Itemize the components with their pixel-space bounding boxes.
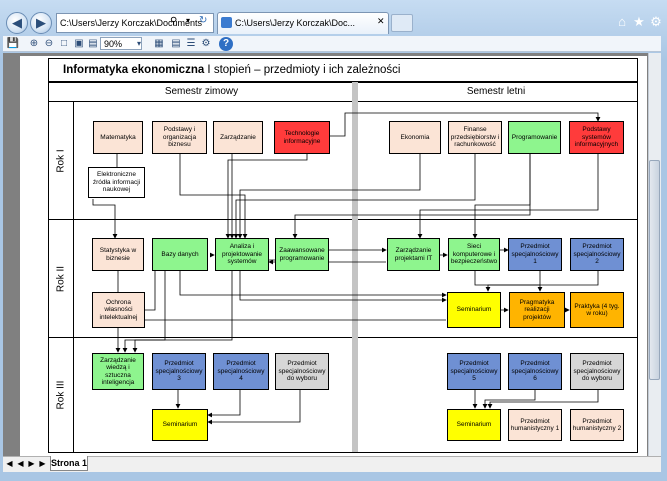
course-specjalnosciowy-1[interactable]: Przedmiot specjalnościowy 1 (508, 238, 562, 271)
course-praktyka[interactable]: Praktyka (4 tyg. w roku) (570, 292, 624, 328)
course-matematyka[interactable]: Matematyka (93, 121, 143, 154)
home-icon[interactable]: ⌂ (614, 14, 630, 30)
course-elektroniczne-zrodla[interactable]: Elektroniczne źródła informacji naukowej (88, 167, 145, 198)
properties-icon[interactable]: ⚙ (199, 37, 213, 51)
pages-panel-icon[interactable]: ▤ (169, 37, 183, 51)
page-icon[interactable]: □ (57, 37, 71, 51)
close-tab-icon[interactable]: ✕ (377, 16, 387, 28)
course-zaawansowane-programowanie[interactable]: Zaawansowane programowanie (275, 238, 329, 271)
course-podstawy-organizacja[interactable]: Podstawy i organizacja biznesu (152, 121, 207, 154)
course-humanistyczny-1[interactable]: Przedmiot humanistyczny 1 (508, 409, 562, 441)
course-podstawy-systemow[interactable]: Podstawy systemów informacyjnych (569, 121, 624, 154)
course-ochrona-wlasnosci[interactable]: Ochrona własności intelektualnej (92, 292, 145, 328)
back-button[interactable]: ◀ (6, 12, 28, 34)
help-icon[interactable]: ? (219, 37, 233, 51)
favorites-icon[interactable]: ★ (631, 14, 647, 30)
course-zarzadzanie[interactable]: Zarządzanie (213, 121, 263, 154)
course-seminarium-zima[interactable]: Seminarium (152, 409, 208, 441)
prev-page-icon[interactable]: ◀ (16, 459, 25, 469)
next-page-icon[interactable]: ▶ (27, 459, 36, 469)
status-bar (3, 456, 661, 472)
forward-button[interactable]: ▶ (30, 12, 52, 34)
course-seminarium-lato[interactable]: Seminarium (447, 409, 501, 441)
course-specjalnosciowy-wybor-lato[interactable]: Przedmiot specjalnościowy do wyboru (570, 353, 624, 390)
ie-icon (221, 17, 232, 28)
dropdown-icon[interactable]: ▾ (186, 16, 198, 30)
course-zarzadzanie-projektami[interactable]: Zarządzanie projektami IT (387, 238, 440, 271)
search-icon[interactable]: ⚲ (170, 16, 182, 30)
fit-width-icon[interactable]: ▤ (86, 37, 100, 51)
sheet-tab[interactable]: Strona 1 (50, 456, 88, 471)
course-pragmatyka[interactable]: Pragmatyka realizacji projektów (509, 292, 565, 328)
course-sieci[interactable]: Sieci komputerowe i bezpieczeństwo (448, 238, 500, 271)
tab-document[interactable]: C:\Users\Jerzy Korczak\Doc... (217, 12, 389, 34)
course-programowanie[interactable]: Programowanie (508, 121, 561, 154)
course-specjalnosciowy-6[interactable]: Przedmiot specjalnościowy 6 (508, 353, 562, 390)
first-page-icon[interactable]: ◀ (5, 459, 14, 469)
semester-winter-header: Semestr zimowy (48, 82, 355, 102)
save-icon[interactable]: 💾 (6, 37, 20, 51)
semester-summer-header: Semestr letni (354, 82, 638, 102)
course-analiza-projektowanie[interactable]: Analiza i projektowanie systemów (215, 238, 269, 271)
navigator-icon[interactable]: ▦ (152, 37, 166, 51)
refresh-icon[interactable]: ↻ (199, 15, 211, 29)
course-finanse[interactable]: Finanse przedsiębiorstw i rachunkowość (448, 121, 502, 154)
chevron-down-icon[interactable]: ▾ (132, 37, 146, 51)
last-page-icon[interactable]: ▶ (38, 459, 47, 469)
course-specjalnosciowy-4[interactable]: Przedmiot specjalnościowy 4 (213, 353, 269, 390)
row-label-year-1: Rok I (48, 101, 74, 220)
zoom-in-icon[interactable]: ⊕ (27, 37, 41, 51)
gear-icon[interactable]: ⚙ (648, 14, 664, 30)
course-humanistyczny-2[interactable]: Przedmiot humanistyczny 2 (570, 409, 624, 441)
row-label-year-2: Rok II (48, 219, 74, 338)
course-statystyka[interactable]: Statystyka w biznesie (92, 238, 144, 271)
row-label-year-3: Rok III (48, 337, 74, 453)
diagram-title: Informatyka ekonomiczna I stopień – prze… (48, 58, 638, 82)
fit-page-icon[interactable]: ▣ (72, 37, 86, 51)
course-zarzadzanie-wiedza[interactable]: Zarządzanie wiedzą i sztuczna inteligenc… (92, 353, 144, 390)
course-seminarium-rok2[interactable]: Seminarium (447, 292, 501, 328)
new-tab-button[interactable] (391, 14, 413, 32)
course-specjalnosciowy-2[interactable]: Przedmiot specjalnościowy 2 (570, 238, 624, 271)
layers-icon[interactable]: ☰ (184, 37, 198, 51)
course-specjalnosciowy-3[interactable]: Przedmiot specjalnościowy 3 (152, 353, 206, 390)
course-specjalnosciowy-5[interactable]: Przedmiot specjalnościowy 5 (447, 353, 501, 390)
course-technologie-informacyjne[interactable]: Technologie informacyjne (274, 121, 330, 154)
course-ekonomia[interactable]: Ekonomia (389, 121, 441, 154)
semester-divider (352, 82, 358, 452)
course-specjalnosciowy-wybor-zima[interactable]: Przedmiot specjalnościowy do wyboru (275, 353, 329, 390)
row-year-1 (48, 101, 638, 220)
zoom-out-icon[interactable]: ⊖ (42, 37, 56, 51)
scrollbar-thumb[interactable] (649, 160, 660, 380)
course-bazy-danych[interactable]: Bazy danych (152, 238, 208, 271)
